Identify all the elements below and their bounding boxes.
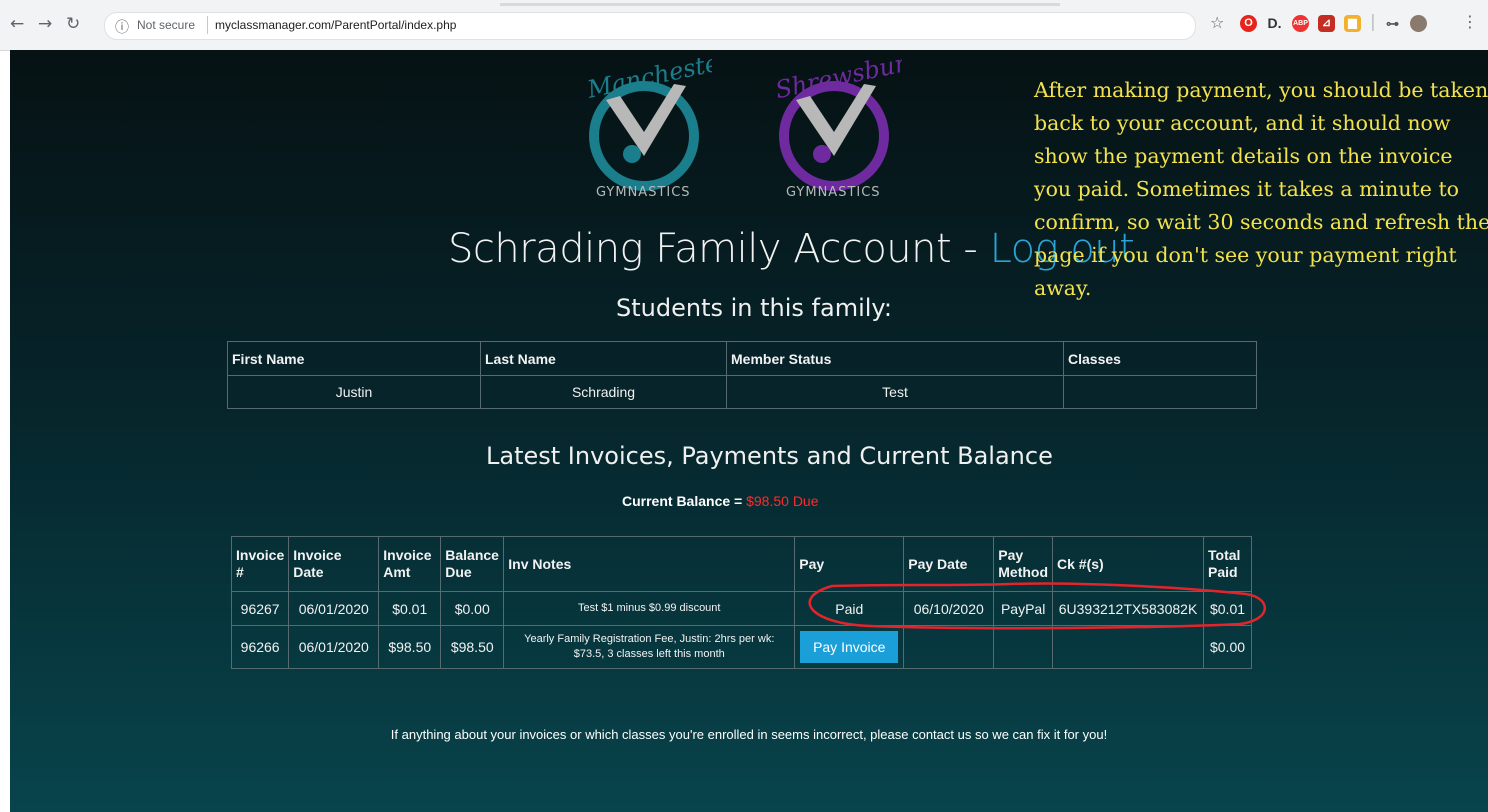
column-header: Invoice Amt [378, 536, 442, 592]
logo-script-text: Manchester [584, 56, 712, 104]
logo-word: GYMNASTICS [786, 185, 881, 200]
back-icon[interactable]: ← [10, 14, 24, 34]
invoice-pay-status: Paid [794, 591, 905, 626]
info-icon[interactable]: ⓘ [115, 17, 129, 37]
column-header: Pay Method [993, 536, 1054, 592]
pay-invoice-button[interactable]: Pay Invoice [800, 631, 899, 663]
extension-pdf-icon[interactable]: ⊿ [1318, 15, 1335, 32]
table-header-row: First Name Last Name Member Status Class… [227, 341, 1257, 376]
logo-figure-head [813, 145, 831, 163]
student-classes [1063, 375, 1257, 409]
toolbar-divider-icon: | [1370, 12, 1376, 32]
invoice-date: 06/01/2020 [288, 591, 380, 626]
logo-figure-head [623, 145, 641, 163]
table-row: Justin Schrading Test [227, 375, 1257, 409]
students-table: First Name Last Name Member Status Class… [227, 341, 1257, 409]
address-separator [207, 16, 208, 34]
column-header: Ck #(s) [1052, 536, 1205, 592]
column-header: First Name [227, 341, 481, 376]
column-header: Total Paid [1203, 536, 1252, 592]
current-balance: Current Balance = $98.50 Due [622, 493, 819, 509]
invoices-table: Invoice # Invoice Date Invoice Amt Balan… [230, 536, 1252, 669]
invoice-check-number: 6U393212TX583082K [1052, 591, 1205, 626]
balance-value: $98.50 Due [746, 493, 819, 509]
invoice-amount: $0.01 [378, 591, 442, 626]
invoice-pay-date: 06/10/2020 [903, 591, 995, 626]
parent-portal-page: Manchester GYMNASTICS Shrewsbury GYMNAST… [10, 50, 1488, 812]
logo-word: GYMNASTICS [596, 185, 691, 200]
invoice-amount: $98.50 [378, 625, 442, 669]
forward-icon[interactable]: → [38, 14, 52, 34]
invoice-balance: $0.00 [440, 591, 505, 626]
student-first-name: Justin [227, 375, 481, 409]
bookmark-star-icon[interactable]: ☆ [1210, 13, 1224, 32]
address-bar[interactable]: ⓘ Not secure myclassmanager.com/ParentPo… [104, 12, 1196, 40]
key-icon[interactable]: ⊶ [1384, 15, 1401, 32]
column-header: Last Name [480, 341, 727, 376]
invoice-number: 96266 [230, 625, 290, 669]
url-text[interactable]: myclassmanager.com/ParentPortal/index.ph… [215, 18, 456, 32]
balance-label: Current Balance = [622, 493, 747, 509]
extension-adblock-icon[interactable]: ABP [1292, 15, 1309, 32]
students-heading: Students in this family: [616, 294, 892, 322]
column-header: Pay Date [903, 536, 995, 592]
page-title: Schrading Family Account - Log out [448, 226, 1135, 272]
column-header: Invoice Date [288, 536, 380, 592]
menu-dots-icon[interactable]: ⋮ [1462, 12, 1478, 31]
table-row: 96266 06/01/2020 $98.50 $98.50 Yearly Fa… [230, 625, 1252, 669]
extension-d-icon[interactable]: D. [1266, 15, 1283, 32]
tab-strip [500, 3, 1060, 6]
reload-icon[interactable]: ↻ [66, 14, 80, 34]
column-header: Pay [794, 536, 905, 592]
extension-opera-icon[interactable]: O [1240, 15, 1257, 32]
account-title: Schrading Family Account - [448, 226, 990, 272]
security-label: Not secure [137, 18, 196, 32]
column-header: Invoice # [230, 536, 290, 592]
invoices-heading: Latest Invoices, Payments and Current Ba… [486, 442, 1053, 470]
browser-toolbar: ← → ↻ ⓘ Not secure myclassmanager.com/Pa… [0, 0, 1488, 51]
invoice-pay-cell: Pay Invoice [794, 625, 905, 669]
table-header-row: Invoice # Invoice Date Invoice Amt Balan… [230, 536, 1252, 592]
column-header: Balance Due [440, 536, 505, 592]
column-header: Inv Notes [503, 536, 796, 592]
table-row: 96267 06/01/2020 $0.01 $0.00 Test $1 min… [230, 591, 1252, 626]
invoice-balance: $98.50 [440, 625, 505, 669]
invoice-date: 06/01/2020 [288, 625, 380, 669]
invoice-total-paid: $0.01 [1203, 591, 1252, 626]
invoice-check-number [1052, 625, 1205, 669]
manchester-logo: Manchester GYMNASTICS [584, 56, 712, 200]
logo-script-text: Shrewsbury [773, 56, 902, 104]
column-header: Member Status [726, 341, 1064, 376]
extension-notes-icon[interactable]: ▆ [1344, 15, 1361, 32]
invoice-total-paid: $0.00 [1203, 625, 1252, 669]
invoice-pay-date [903, 625, 995, 669]
footer-note: If anything about your invoices or which… [390, 727, 1108, 742]
invoice-pay-method [993, 625, 1054, 669]
invoice-notes: Yearly Family Registration Fee, Justin: … [503, 625, 796, 669]
instruction-annotation: After making payment, you should be take… [1034, 78, 1488, 300]
shrewsbury-logo: Shrewsbury GYMNASTICS [773, 56, 902, 200]
invoice-number: 96267 [230, 591, 290, 626]
student-last-name: Schrading [480, 375, 727, 409]
invoice-pay-method: PayPal [993, 591, 1054, 626]
column-header: Classes [1063, 341, 1257, 376]
student-member-status: Test [726, 375, 1064, 409]
invoice-notes: Test $1 minus $0.99 discount [503, 591, 796, 626]
profile-avatar-icon[interactable] [1410, 15, 1427, 32]
